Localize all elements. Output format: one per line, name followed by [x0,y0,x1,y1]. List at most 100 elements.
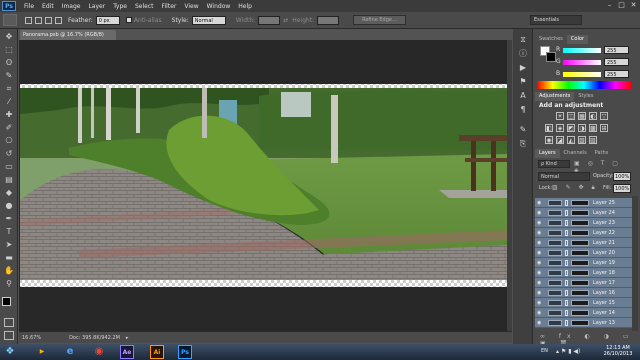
tab-paths[interactable]: Paths [591,149,613,158]
history-brush-tool-icon[interactable]: ↺ [4,149,14,159]
tab-color[interactable]: Color [566,35,588,44]
eraser-tool-icon[interactable]: ▭ [4,162,14,172]
clock[interactable]: 12:13 AM 26/10/2013 [600,345,636,357]
layer-row[interactable]: ◉ Layer 24 [535,208,632,218]
language-indicator[interactable]: EN [541,348,548,354]
type-tool-icon[interactable]: T [4,227,14,237]
clone-tool-icon[interactable]: ⎔ [4,136,14,146]
layer-row[interactable]: ◉ Layer 18 [535,268,632,278]
healing-tool-icon[interactable]: ✚ [4,110,14,120]
tray-icons[interactable]: ▴ ⚑ ▮ ◀︎) [556,348,580,355]
eye-icon[interactable]: ◉ [537,260,543,266]
marquee-tool-icon[interactable]: ⬚ [4,45,14,55]
gradient-tool-icon[interactable]: ▤ [4,175,14,185]
photo-filter-icon[interactable]: ◑ [578,124,586,132]
eye-icon[interactable]: ◉ [537,290,543,296]
layer-row[interactable]: ◉ Layer 19 [535,258,632,268]
g-slider[interactable] [563,60,601,65]
color-spectrum[interactable] [537,81,631,89]
color-balance-icon[interactable]: ◈ [556,124,564,132]
tab-styles[interactable]: Styles [574,92,597,101]
zoom-level[interactable]: 16.67% [22,335,41,341]
menu-select[interactable]: Select [131,3,158,10]
path-select-tool-icon[interactable]: ➤ [4,240,14,250]
dodge-tool-icon[interactable]: ● [4,201,14,211]
workspace-switcher[interactable]: Essentials [530,15,582,25]
blur-tool-icon[interactable]: ◆ [4,188,14,198]
layer-filter-select[interactable]: ρ Kind [538,160,570,168]
vibrance-icon[interactable]: ▽ [600,112,608,120]
layers-scrollbar[interactable] [632,196,638,331]
layer-row[interactable]: ◉ Layer 21 [535,238,632,248]
blend-mode-select[interactable]: Normal [538,172,590,181]
screen-mode-icon[interactable] [4,331,14,340]
zoom-tool-icon[interactable]: ⚲ [4,279,14,289]
lasso-tool-icon[interactable]: ʘ [4,58,14,68]
threshold-icon[interactable]: ◭ [567,136,575,144]
document-info[interactable]: Doc: 395.8K/942.2M [69,335,120,341]
swap-icon[interactable]: ⇄ [283,17,288,24]
history-panel-icon[interactable]: ⧖ [518,35,528,45]
document-tab[interactable]: Panorama.psb @ 16.7% (RGB/8) *× [20,30,116,48]
selective-color-icon[interactable]: ▨ [589,136,597,144]
layer-row[interactable]: ◉ Layer 22 [535,228,632,238]
refine-edge-button[interactable]: Refine Edge... [353,15,406,25]
tab-channels[interactable]: Channels [560,149,591,158]
curves-icon[interactable]: ▦ [578,112,586,120]
brightness-contrast-icon[interactable]: ☀ [556,112,564,120]
panorama-canvas[interactable] [19,40,512,331]
tool-preset-picker[interactable] [3,14,17,26]
media-player-taskbar-icon[interactable]: ▶ [35,345,49,359]
background-color-preview[interactable] [546,52,556,62]
layer-row[interactable]: ◉ Layer 20 [535,248,632,258]
menu-view[interactable]: View [180,3,202,10]
posterize-icon[interactable]: ◪ [556,136,564,144]
layer-filter-icons[interactable]: ▣ ◎ T ▢ ◈ [574,160,630,174]
menu-help[interactable]: Help [234,3,256,10]
layer-row[interactable]: ◉ Layer 14 [535,308,632,318]
color-lookup-icon[interactable]: ⊞ [600,124,608,132]
maximize-button[interactable]: □ [617,1,626,10]
eye-icon[interactable]: ◉ [537,310,543,316]
layer-row[interactable]: ◉ Layer 15 [535,298,632,308]
quick-select-tool-icon[interactable]: ✎ [4,71,14,81]
r-input[interactable]: 255 [604,46,629,54]
invert-icon[interactable]: ◉ [545,136,553,144]
actions-panel-icon[interactable]: ▶ [518,63,528,73]
layer-row[interactable]: ◉ Layer 25 [535,198,632,208]
tab-swatches[interactable]: Swatches [535,35,567,44]
fill-input[interactable]: 100% [613,184,631,193]
info-panel-icon[interactable]: ⚑ [518,77,528,87]
character-panel-icon[interactable]: A [518,91,528,101]
quick-mask-icon[interactable] [4,318,14,327]
levels-icon[interactable]: ◫ [567,112,575,120]
after-effects-taskbar-icon[interactable]: Ae [120,345,134,359]
menu-image[interactable]: Image [58,3,85,10]
menu-file[interactable]: File [20,3,38,10]
eye-icon[interactable]: ◉ [537,200,543,206]
eye-icon[interactable]: ◉ [537,210,543,216]
close-button[interactable]: ✕ [629,1,638,10]
new-selection-icon[interactable] [25,16,32,24]
menu-window[interactable]: Window [203,3,235,10]
status-menu-arrow-icon[interactable]: ▸ [126,335,129,341]
eye-icon[interactable]: ◉ [537,300,543,306]
subtract-selection-icon[interactable] [45,16,52,24]
properties-panel-icon[interactable]: ⓘ [518,49,528,59]
layer-row[interactable]: ◉ Layer 16 [535,288,632,298]
r-slider[interactable] [563,48,601,53]
tab-adjustments[interactable]: Adjustments [535,92,575,101]
layer-row[interactable]: ◉ Layer 13 [535,318,632,328]
eye-icon[interactable]: ◉ [537,270,543,276]
opacity-input[interactable]: 100% [613,172,631,181]
gradient-map-icon[interactable]: ▧ [578,136,586,144]
height-input[interactable] [317,15,340,25]
eye-icon[interactable]: ◉ [537,230,543,236]
layer-row[interactable]: ◉ Layer 17 [535,278,632,288]
lock-icons[interactable]: ▨ ✎ ✥ 🔒︎ [552,184,598,192]
add-selection-icon[interactable] [35,16,42,24]
b-slider[interactable] [563,72,601,77]
brush-panel-icon[interactable]: ✎ [518,125,528,135]
menu-edit[interactable]: Edit [38,3,58,10]
menu-type[interactable]: Type [109,3,131,10]
